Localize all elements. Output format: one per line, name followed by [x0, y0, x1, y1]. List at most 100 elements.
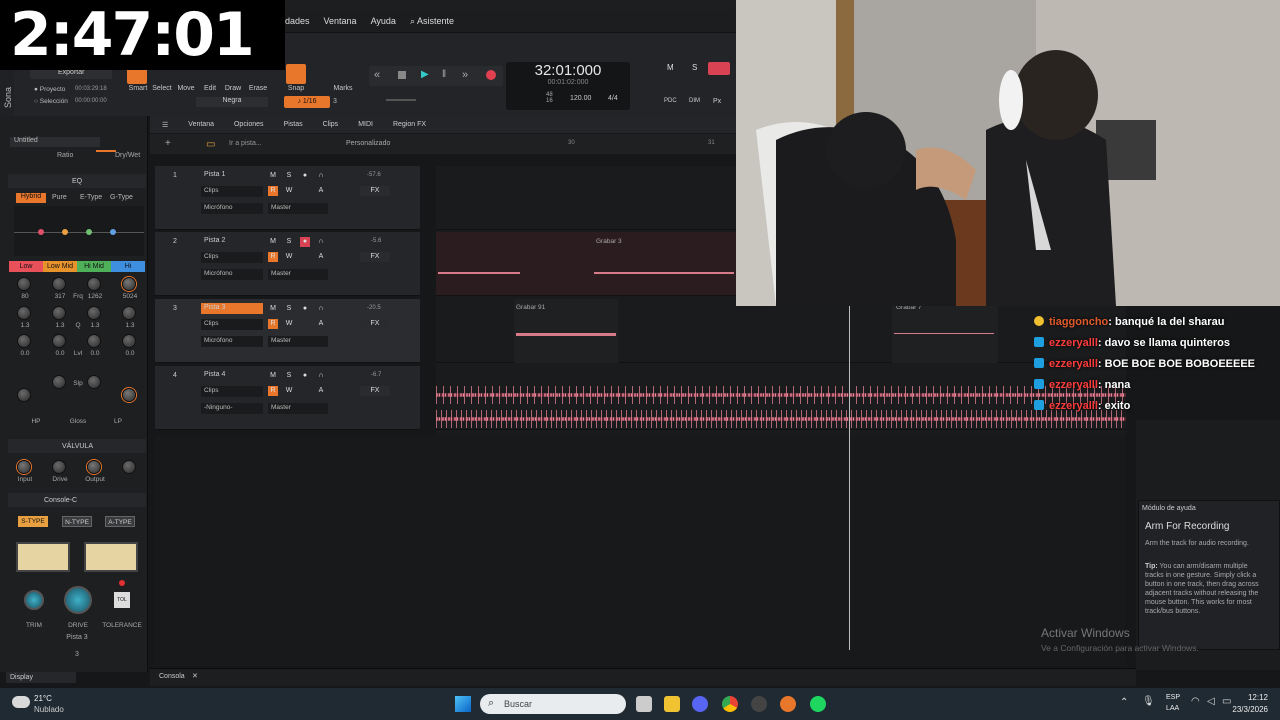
- menu-icon[interactable]: ☰: [162, 121, 168, 129]
- gloss-label[interactable]: Gloss: [68, 418, 88, 425]
- band-lowmid[interactable]: Low Mid: [43, 261, 77, 272]
- read-button[interactable]: R: [268, 186, 278, 196]
- preset-name[interactable]: Untitled: [10, 137, 100, 147]
- q-knob-hi[interactable]: [122, 306, 136, 320]
- folder-icon[interactable]: ▭: [206, 139, 215, 150]
- automation-button[interactable]: A: [316, 252, 326, 262]
- track-name[interactable]: Pista 2: [201, 236, 263, 247]
- weather-temp[interactable]: 21°C: [34, 694, 52, 703]
- daw-icon[interactable]: [780, 696, 796, 712]
- snap-icon[interactable]: [286, 64, 306, 84]
- track-clips-select[interactable]: Clips: [201, 186, 263, 197]
- lvl-knob-hi[interactable]: [122, 334, 136, 348]
- automation-button[interactable]: A: [316, 319, 326, 329]
- playhead[interactable]: [849, 306, 850, 650]
- tool-draw[interactable]: Draw: [221, 85, 245, 92]
- solo-button[interactable]: S: [284, 171, 294, 181]
- read-button[interactable]: R: [268, 319, 278, 329]
- eq-graph[interactable]: [14, 206, 144, 256]
- lang-secondary[interactable]: LAA: [1166, 705, 1179, 712]
- track-input-select[interactable]: Micrófono: [201, 336, 263, 347]
- track-name[interactable]: Pista 3: [201, 303, 263, 314]
- track-clips-select[interactable]: Clips: [201, 319, 263, 330]
- volume-icon[interactable]: ◁: [1207, 696, 1215, 707]
- global-record-button[interactable]: [708, 62, 730, 75]
- track-row[interactable]: 1 Pista 1 Clips Micrófono Master M S ● ∩…: [155, 166, 420, 230]
- read-button[interactable]: R: [268, 386, 278, 396]
- mic-icon[interactable]: 🎙: [1142, 696, 1155, 707]
- add-track-icon[interactable]: +: [165, 138, 171, 149]
- stop-icon[interactable]: [398, 71, 406, 79]
- mute-button[interactable]: M: [268, 237, 278, 247]
- tray-chevron-icon[interactable]: ⌃: [1120, 697, 1128, 708]
- automation-button[interactable]: A: [316, 386, 326, 396]
- taskbar-search[interactable]: ⌕ Buscar: [480, 694, 626, 714]
- track-input-select[interactable]: Micrófono: [201, 269, 263, 280]
- goto-track-input[interactable]: Ir a pista...: [229, 140, 262, 147]
- tool-erase[interactable]: Erase: [246, 85, 270, 92]
- menu-item-ayuda[interactable]: Ayuda: [371, 16, 396, 26]
- clock-time[interactable]: 12:12: [1232, 693, 1268, 702]
- track-name[interactable]: Pista 1: [201, 170, 263, 181]
- read-button[interactable]: R: [268, 252, 278, 262]
- obs-icon[interactable]: [751, 696, 767, 712]
- write-button[interactable]: W: [284, 319, 294, 329]
- tol-button[interactable]: TOL: [114, 592, 130, 608]
- tb-opciones[interactable]: Opciones: [234, 121, 264, 128]
- eq-node-hi[interactable]: [110, 229, 116, 235]
- tool-edit[interactable]: Edit: [198, 85, 222, 92]
- track-output-select[interactable]: Master: [268, 269, 328, 280]
- windows-start-icon[interactable]: [455, 696, 471, 712]
- q-knob-low[interactable]: [17, 306, 31, 320]
- record-icon[interactable]: [486, 70, 496, 80]
- fx-button[interactable]: FX: [360, 186, 390, 196]
- arm-button[interactable]: ●: [300, 171, 310, 181]
- spotify-icon[interactable]: [810, 696, 826, 712]
- track-input-select[interactable]: -Ninguno-: [201, 403, 263, 414]
- discord-icon[interactable]: [692, 696, 708, 712]
- eq-mode-pure[interactable]: Pure: [52, 194, 67, 201]
- ntype-button[interactable]: N-TYPE: [62, 516, 92, 527]
- eq-mode-gtype[interactable]: G-Type: [110, 194, 133, 201]
- clip-label[interactable]: Grabar 91: [516, 304, 545, 311]
- fx-button[interactable]: FX: [360, 252, 390, 262]
- menu-item-ventana[interactable]: Ventana: [324, 16, 357, 26]
- track-clips-select[interactable]: Clips: [201, 252, 263, 263]
- dim-button[interactable]: DIM: [689, 98, 700, 104]
- eq-node-himid[interactable]: [86, 229, 92, 235]
- freq-knob-low[interactable]: [17, 277, 31, 291]
- file-explorer-icon[interactable]: [664, 696, 680, 712]
- weather-text[interactable]: Nublado: [34, 705, 64, 714]
- stype-button[interactable]: S-TYPE: [18, 516, 48, 527]
- slope-knob-2[interactable]: [87, 375, 101, 389]
- wifi-icon[interactable]: ◠: [1191, 696, 1200, 707]
- eq-node-low[interactable]: [38, 229, 44, 235]
- slope-knob-1[interactable]: [52, 375, 66, 389]
- lang-primary[interactable]: ESP: [1166, 694, 1180, 701]
- track-output-select[interactable]: Master: [268, 336, 328, 347]
- solo-button[interactable]: S: [284, 304, 294, 314]
- smart-tool-icon[interactable]: [127, 68, 147, 84]
- meter[interactable]: 4/4: [608, 95, 618, 102]
- forward-icon[interactable]: »: [462, 69, 468, 81]
- export-button[interactable]: Exportar: [30, 69, 112, 79]
- monitor-icon[interactable]: ∩: [316, 237, 326, 247]
- eq-node-lowmid[interactable]: [62, 229, 68, 235]
- valve-input-knob[interactable]: [17, 460, 31, 474]
- track-name[interactable]: Pista 4: [201, 370, 263, 381]
- monitor-icon[interactable]: ∩: [316, 171, 326, 181]
- q-knob-himid[interactable]: [87, 306, 101, 320]
- lvl-knob-low[interactable]: [17, 334, 31, 348]
- write-button[interactable]: W: [284, 386, 294, 396]
- px-button[interactable]: Px: [713, 98, 721, 105]
- arm-button[interactable]: ●: [300, 371, 310, 381]
- chrome-icon[interactable]: [722, 696, 738, 712]
- band-himid[interactable]: Hi Mid: [77, 261, 111, 272]
- write-button[interactable]: W: [284, 186, 294, 196]
- track-row[interactable]: 4 Pista 4 Clips -Ninguno- Master M S ● ∩…: [155, 366, 420, 430]
- master-solo[interactable]: S: [692, 63, 697, 72]
- solo-button[interactable]: S: [284, 237, 294, 247]
- lp-label[interactable]: LP: [110, 418, 126, 425]
- mute-button[interactable]: M: [268, 371, 278, 381]
- hp-knob[interactable]: [17, 388, 31, 402]
